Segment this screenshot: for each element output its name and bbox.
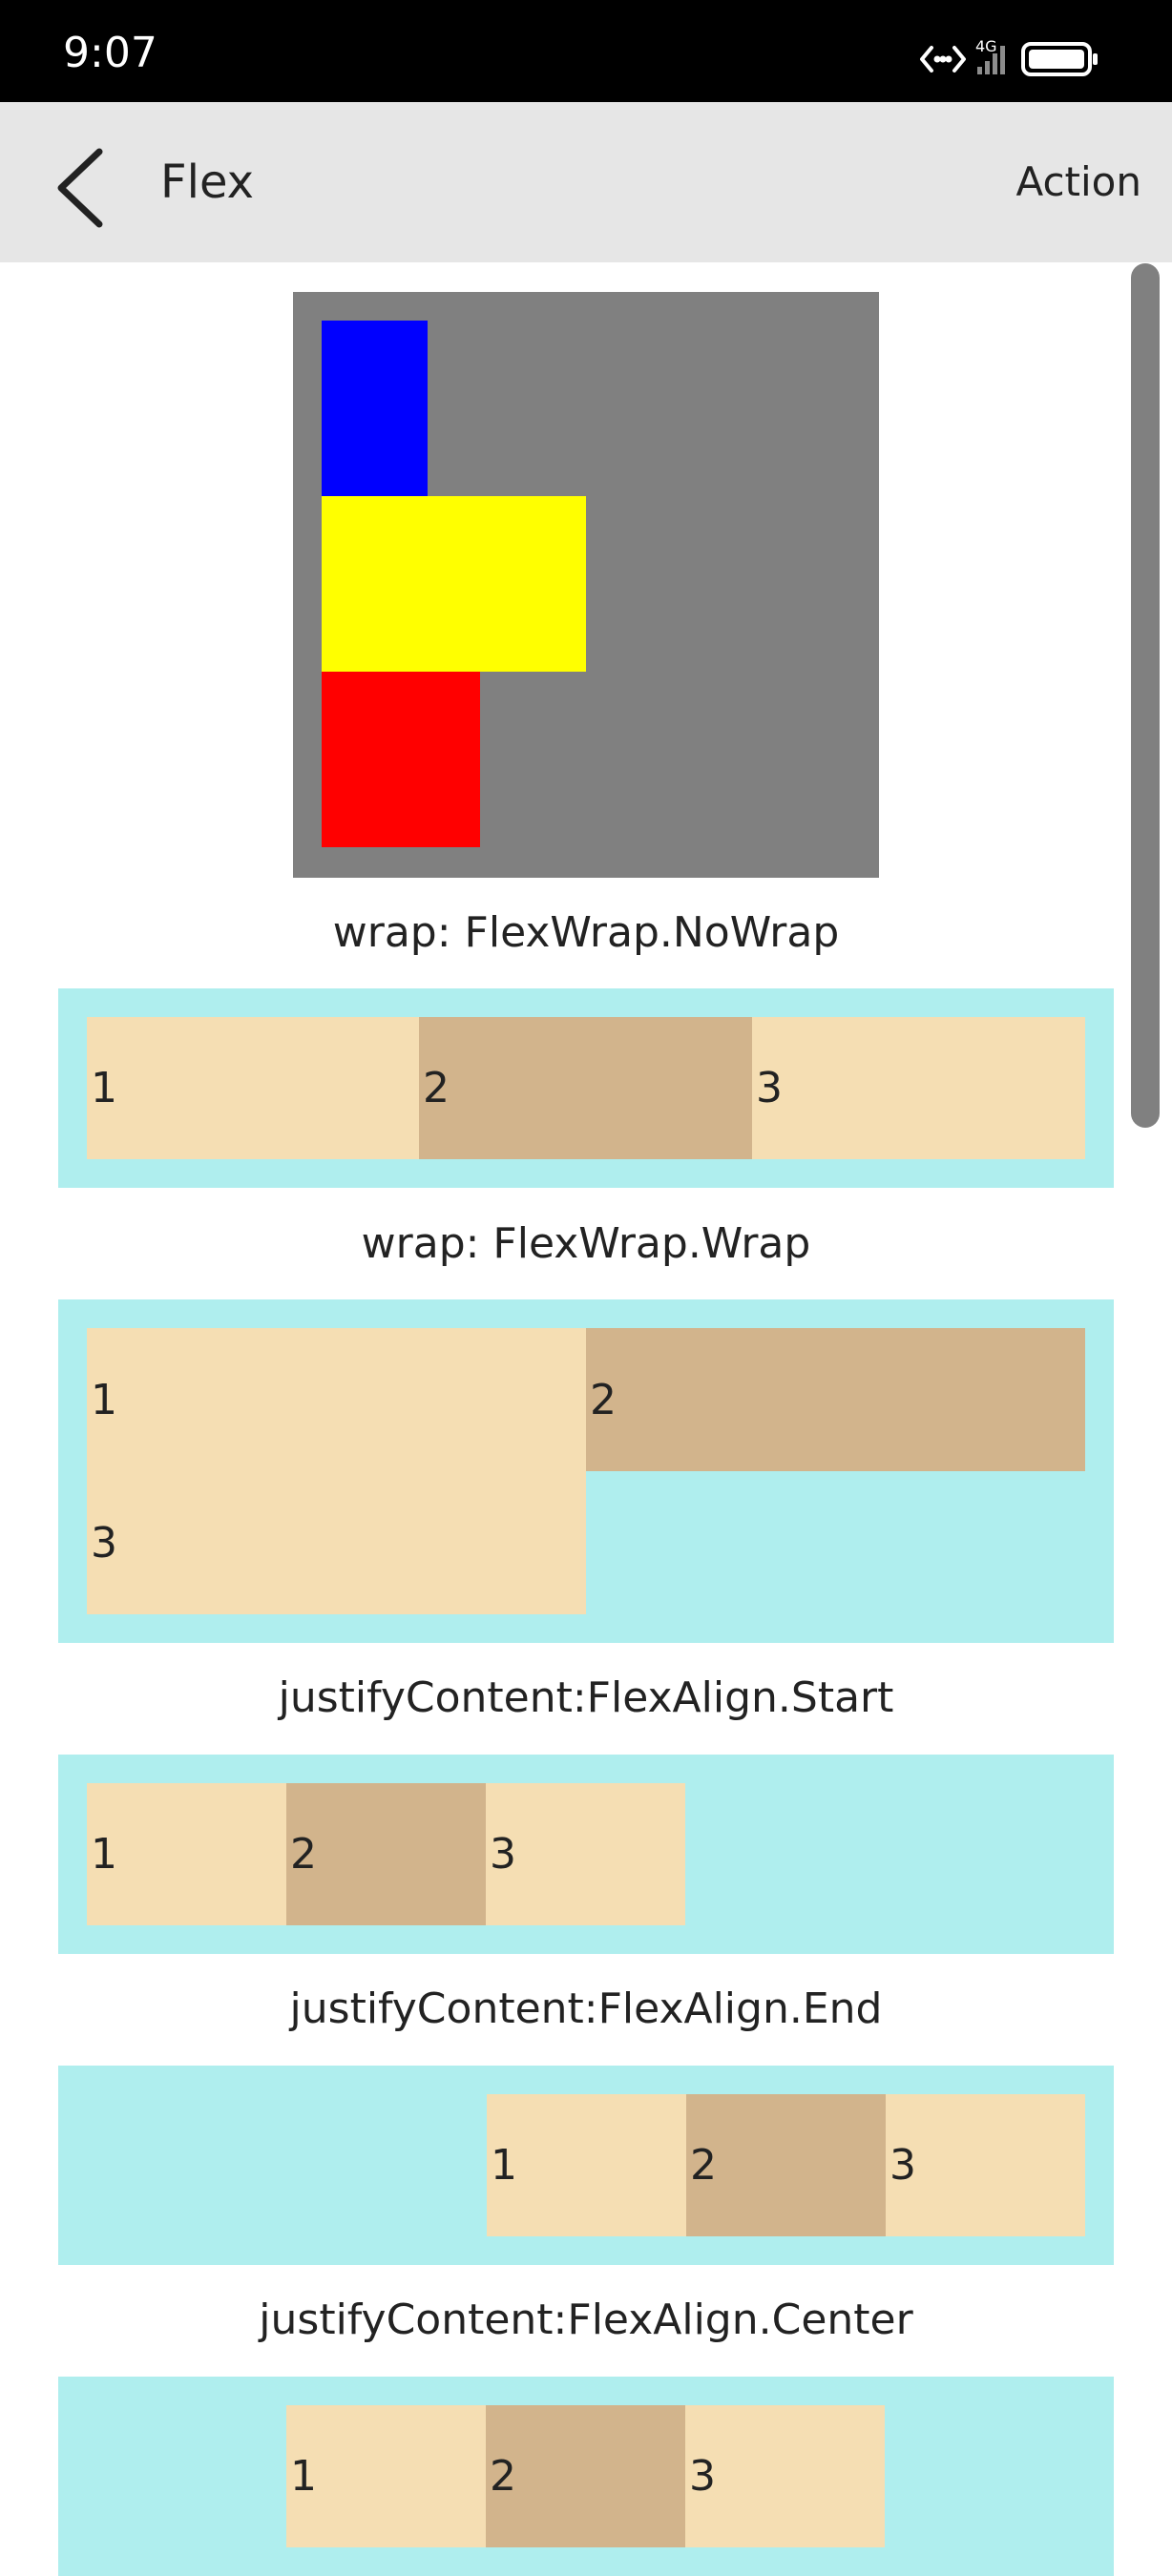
blue-block <box>322 321 428 496</box>
flex-item: 1 <box>87 1328 586 1471</box>
flex-item: 2 <box>286 1783 486 1925</box>
status-time: 9:07 <box>63 29 157 77</box>
chevron-left-icon <box>57 148 103 228</box>
page-title: Flex <box>160 156 255 209</box>
yellow-block <box>322 496 586 672</box>
flex-item: 2 <box>486 2405 685 2547</box>
action-button[interactable]: Action <box>1015 152 1141 213</box>
title-bar: Flex Action <box>0 102 1172 262</box>
network-type-label: 4G <box>975 37 997 55</box>
flex-item: 1 <box>87 1783 286 1925</box>
status-bar: 9:07 4G <box>0 0 1172 102</box>
flex-item: 3 <box>886 2094 1085 2236</box>
section-caption-nowrap: wrap: FlexWrap.NoWrap <box>332 908 840 957</box>
section-caption-end: justifyContent:FlexAlign.End <box>289 1984 883 2033</box>
battery-icon <box>1021 42 1098 76</box>
section-caption-wrap: wrap: FlexWrap.Wrap <box>361 1219 811 1268</box>
red-block <box>322 672 480 847</box>
data-transfer-icon <box>920 46 966 73</box>
flex-item: 2 <box>419 1017 752 1159</box>
flex-item: 3 <box>87 1471 586 1614</box>
flex-item: 2 <box>586 1328 1085 1471</box>
flex-container-center: 1 2 3 <box>58 2377 1114 2576</box>
demo-container <box>293 292 879 878</box>
flex-container-wrap: 1 2 3 <box>58 1299 1114 1643</box>
flex-item: 3 <box>752 1017 1085 1159</box>
scrollbar[interactable] <box>1131 263 1160 1128</box>
flex-container-end: 1 2 3 <box>58 2066 1114 2265</box>
section-caption-start: justifyContent:FlexAlign.Start <box>278 1673 894 1722</box>
back-button[interactable] <box>40 131 145 236</box>
flex-item: 1 <box>286 2405 486 2547</box>
section-caption-center: justifyContent:FlexAlign.Center <box>259 2296 913 2344</box>
status-icons: 4G <box>918 36 1109 82</box>
flex-item: 1 <box>487 2094 686 2236</box>
flex-item: 1 <box>87 1017 419 1159</box>
flex-item: 3 <box>685 2405 885 2547</box>
flex-container-nowrap: 1 2 3 <box>58 988 1114 1188</box>
flex-item: 2 <box>686 2094 886 2236</box>
flex-container-start: 1 2 3 <box>58 1755 1114 1954</box>
flex-item: 3 <box>486 1783 685 1925</box>
